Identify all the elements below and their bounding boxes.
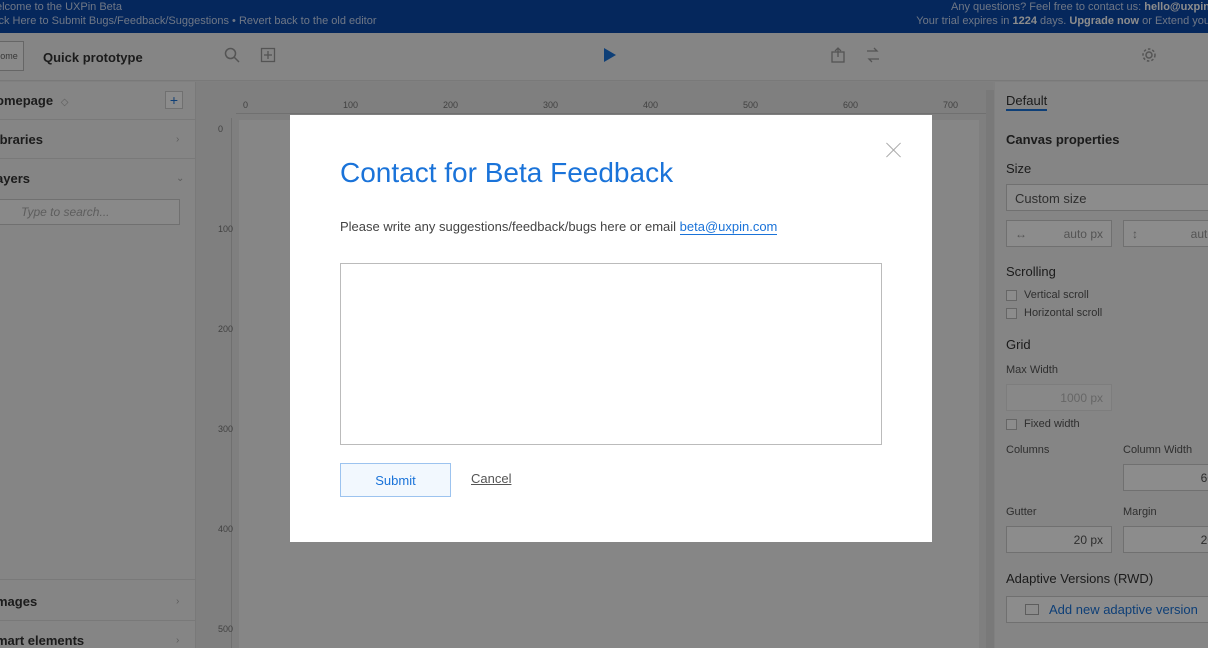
modal-title: Contact for Beta Feedback (340, 157, 674, 188)
email-link[interactable]: beta@uxpin.com (679, 219, 778, 235)
feedback-modal: Contact for Beta Feedback Please write a… (290, 115, 932, 542)
modal-description: Please write any suggestions/feedback/bu… (340, 219, 778, 235)
cancel-button[interactable]: Cancel (471, 471, 511, 486)
submit-button[interactable]: Submit (340, 463, 451, 497)
close-icon[interactable] (885, 142, 903, 160)
feedback-textarea[interactable] (340, 263, 882, 445)
modal-description-text: Please write any suggestions/feedback/bu… (340, 219, 680, 234)
